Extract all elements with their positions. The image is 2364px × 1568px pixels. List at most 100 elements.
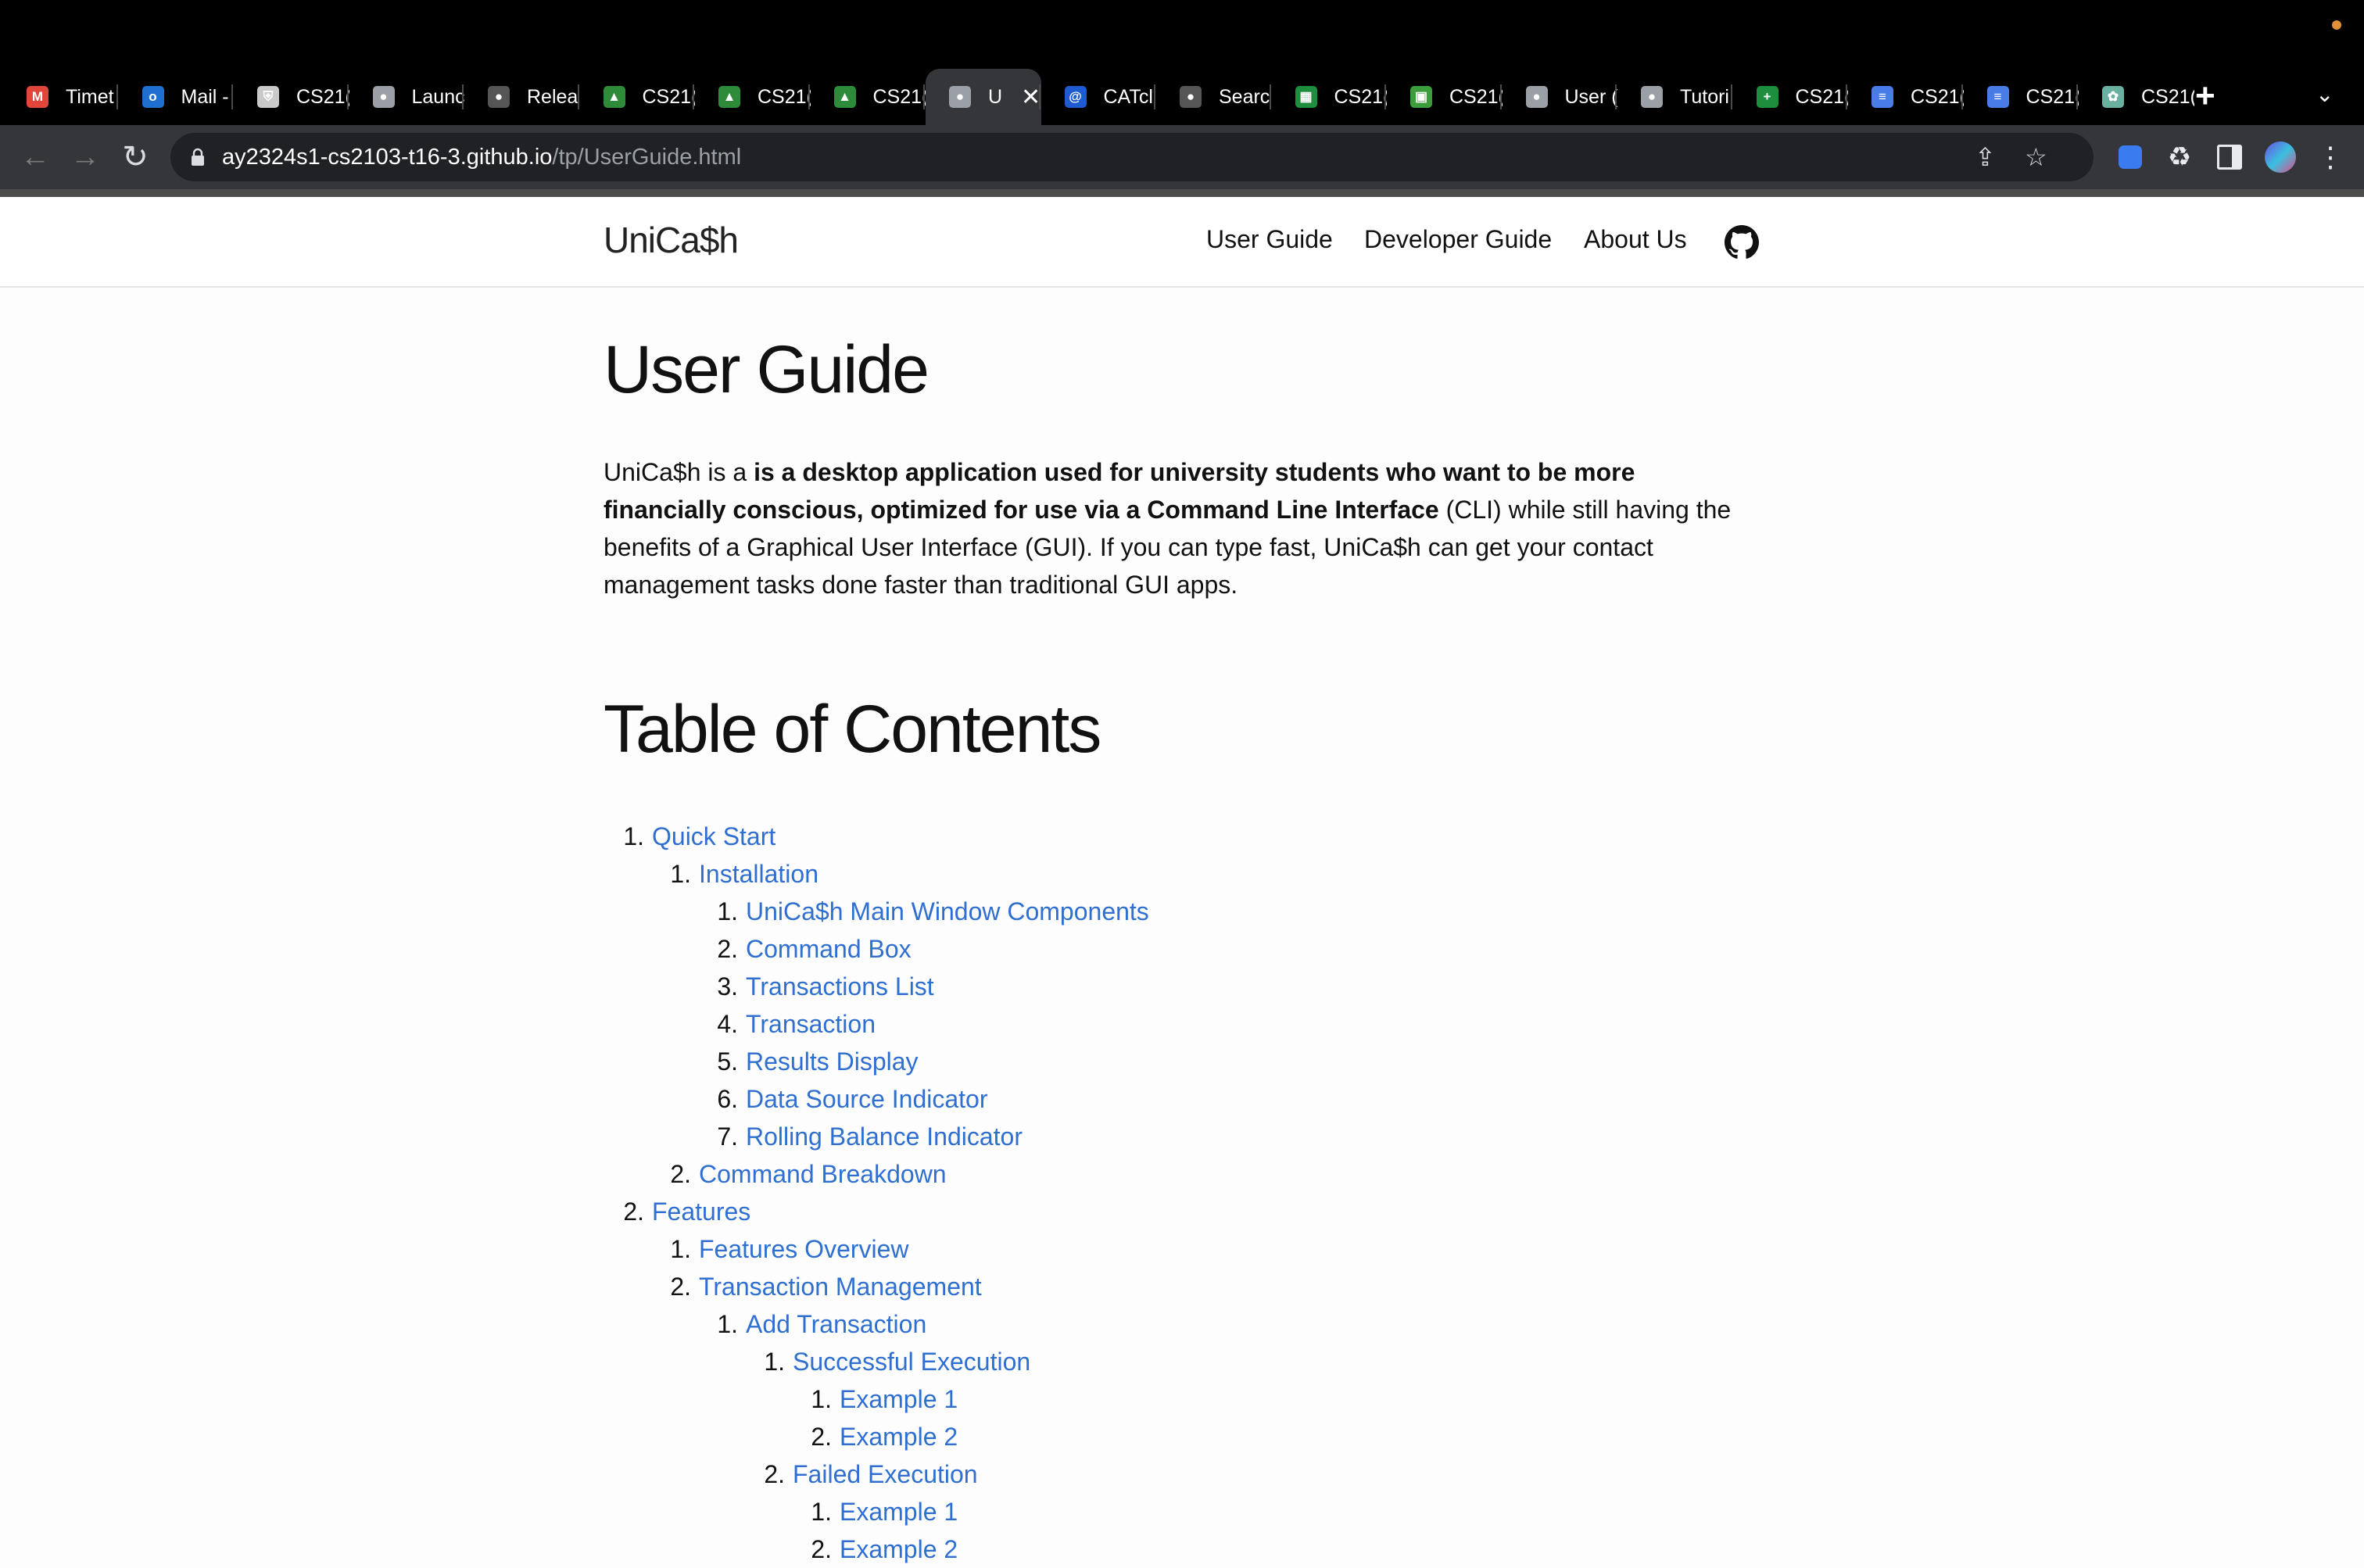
toc-number: 1. [670,1235,691,1263]
tab-divider [1269,84,1271,109]
browser-tab[interactable]: ● Tutori [1615,69,1733,125]
tab-label: CATcl [1103,85,1153,108]
toc-number: 1. [670,860,691,888]
reload-icon[interactable]: ↻ [116,125,155,189]
tab-divider [1961,84,1963,109]
globe-icon: ● [1525,86,1548,108]
tab-label: CS21( [2026,85,2079,108]
tab-label: CS21( [1449,85,1503,108]
browser-tab[interactable]: ● Relea [462,69,580,125]
browser-tab[interactable]: ▦ CS21( [1269,69,1387,125]
toc-link[interactable]: Quick Start [652,822,775,850]
grid-icon: ▣ [1410,86,1432,108]
toc-link[interactable]: Features [652,1197,750,1226]
toc-link[interactable]: Command Box [746,935,912,963]
browser-tab[interactable]: ● Searc [1154,69,1272,125]
tab-label: CS21( [1911,85,1964,108]
toc-link[interactable]: Transaction [746,1010,876,1038]
tab-divider [116,84,118,109]
toc-link[interactable]: Example 1 [840,1385,958,1413]
close-tab-icon[interactable]: ✕ [1021,84,1041,111]
toc-item: 2. Example 2 [808,1530,958,1568]
browser-tab[interactable]: ⛨ CS21( [231,69,349,125]
forward-icon[interactable]: → [66,125,105,189]
tab-label: CS21( [1795,85,1849,108]
new-tab-icon[interactable]: + [2195,77,2215,116]
tab-label: CS21( [296,85,349,108]
browser-tab[interactable]: ● U ✕ [923,69,1041,125]
browser-tab[interactable]: @ CATcl [1038,69,1157,125]
tab-label: Searc [1219,85,1270,108]
toc-number: 1. [811,1385,832,1413]
browser-tab[interactable]: o Mail - [116,69,235,125]
browser-tab[interactable]: ▲ CS21( [808,69,926,125]
toc-link[interactable]: Example 2 [840,1535,958,1563]
browser-tab[interactable]: ≡ CS21( [1961,69,2079,125]
toc-item: 2. Transaction Management [668,1268,982,1305]
toc-item: 2. Example 2 [808,1418,958,1455]
toc-link[interactable]: Failed Execution [793,1460,978,1488]
nav-about-us[interactable]: About Us [1584,225,1687,254]
tab-divider [1038,84,1041,109]
toc-link[interactable]: Data Source Indicator [746,1085,988,1113]
toc-link[interactable]: UniCa$h Main Window Components [746,897,1149,925]
back-icon[interactable]: ← [16,125,55,189]
toc-link[interactable]: Results Display [746,1047,919,1076]
toc-link[interactable]: Successful Execution [793,1348,1030,1376]
tab-divider [923,84,925,109]
toc-link[interactable]: Rolling Balance Indicator [746,1122,1023,1151]
profile-avatar[interactable] [2262,125,2298,189]
outlook-icon: o [141,86,164,108]
toc-link[interactable]: Example 1 [840,1498,958,1526]
url-text: ay2324s1-cs2103-t16-3.github.io/tp/UserG… [222,133,741,181]
site-title[interactable]: UniCa$h [604,219,739,261]
browser-tab[interactable]: ▣ CS21( [1384,69,1503,125]
toc-number: 2. [811,1535,832,1563]
toc-link[interactable]: Transaction Management [699,1273,982,1301]
url-path: /tp/UserGuide.html [552,145,742,170]
tab-strip: M Timet o Mail - ⛨ CS21(● Launc ● Relea ▲ CS21(▲ CS… [0,69,2364,125]
toc-item: 2. Features [621,1193,750,1230]
browser-tab[interactable]: ● Launc [346,69,464,125]
toc-item: 1. Features Overview [668,1230,909,1268]
browser-tab[interactable]: ≡ CS21( [1846,69,1964,125]
tab-label: CS21( [758,85,811,108]
toc-number: 3. [717,972,738,1001]
address-bar[interactable]: ay2324s1-cs2103-t16-3.github.io/tp/UserG… [170,133,2094,181]
toc-link[interactable]: Command Breakdown [699,1160,947,1188]
docs-icon: ≡ [1872,86,1893,108]
url-host: ay2324s1-cs2103-t16-3.github.io [222,145,553,170]
tab-divider [1384,84,1386,109]
toc-link[interactable]: Features Overview [699,1235,909,1263]
tab-label: Relea [527,85,578,108]
nav-user-guide[interactable]: User Guide [1206,225,1333,254]
browser-tab[interactable]: ▲ CS21( [693,69,811,125]
toc-number: 2. [670,1273,691,1301]
toc-number: 1. [717,1310,738,1338]
share-icon[interactable]: ⇪ [1975,133,1996,181]
extensions-puzzle-icon[interactable]: ♻ [2164,125,2195,189]
menu-kebab-icon[interactable]: ⋮ [2316,125,2344,189]
extension-cloud-icon[interactable] [2115,125,2146,189]
github-icon[interactable] [1725,225,1759,260]
browser-tab[interactable]: M Timet [3,69,119,125]
browser-tab[interactable]: ✿ CS21( [2076,69,2194,125]
browser-tab[interactable]: + CS21( [1730,69,1849,125]
browser-tab[interactable]: ▲ CS21( [577,69,695,125]
plus-doc-icon: + [1756,86,1778,108]
side-panel-icon[interactable] [2214,125,2245,189]
toc-link[interactable]: Add Transaction [746,1310,926,1338]
toc-link[interactable]: Transactions List [746,972,934,1001]
toc-link[interactable]: Installation [699,860,818,888]
tab-label: Timet [66,85,114,108]
crest-icon: ⛨ [257,86,279,108]
toc-number: 2. [811,1423,832,1451]
tab-divider [808,84,810,109]
bookmark-star-icon[interactable]: ☆ [2025,133,2047,181]
tab-divider [1499,84,1502,109]
toc-item: 6. Data Source Indicator [715,1080,988,1118]
chevron-down-icon[interactable]: ⌄ [2316,81,2334,107]
nav-developer-guide[interactable]: Developer Guide [1364,225,1552,254]
browser-tab[interactable]: ● User ( [1499,69,1617,125]
toc-link[interactable]: Example 2 [840,1423,958,1451]
